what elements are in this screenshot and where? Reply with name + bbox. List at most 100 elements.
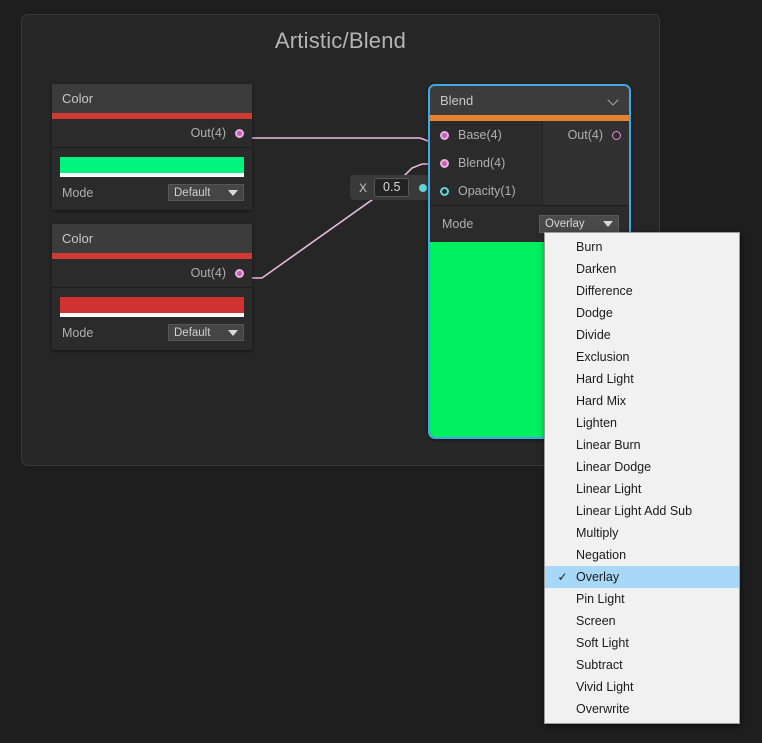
menu-item-label: Darken: [576, 262, 617, 276]
x-slider-label: X: [359, 180, 368, 195]
blend-mode-dropdown[interactable]: Overlay: [539, 215, 619, 233]
menu-item-label: Negation: [576, 548, 627, 562]
menu-item[interactable]: Soft Light: [545, 632, 739, 654]
opacity-port-dot[interactable]: [440, 186, 449, 196]
x-slider-out-port-dot[interactable]: [419, 183, 428, 192]
color-a-swatch[interactable]: [60, 157, 244, 177]
group-title: Artistic/Blend: [274, 28, 407, 53]
color-a-mode-dropdown[interactable]: Default: [168, 184, 244, 201]
menu-item[interactable]: Negation: [545, 544, 739, 566]
blend-title: Blend: [440, 93, 474, 108]
menu-item[interactable]: ✓ Overlay: [545, 566, 739, 588]
x-slider-value-field[interactable]: 0.5: [374, 178, 410, 197]
menu-item[interactable]: Hard Mix: [545, 390, 739, 412]
node-color-a[interactable]: Color Out(4) Mode Default: [52, 84, 252, 210]
blend-title-bar[interactable]: Blend: [430, 86, 629, 115]
color-b-out-port-dot[interactable]: [235, 268, 244, 278]
color-b-swatch-wrap[interactable]: [52, 288, 252, 317]
blend-mode-value: Overlay: [545, 218, 585, 230]
blend-output-row[interactable]: Out(4): [543, 121, 629, 149]
menu-item-label: Linear Light: [576, 482, 642, 496]
menu-item[interactable]: Difference: [545, 280, 739, 302]
menu-item-label: Overlay: [576, 570, 620, 584]
blend-out-label: Out(4): [567, 128, 603, 142]
menu-item-label: Pin Light: [576, 592, 625, 606]
menu-item-label: Overwrite: [576, 702, 630, 716]
color-a-out-label: Out(4): [190, 126, 226, 140]
color-b-mode-value: Default: [174, 326, 211, 339]
menu-item-label: Hard Light: [576, 372, 634, 386]
menu-item[interactable]: Burn: [545, 236, 739, 258]
blend-port-dot[interactable]: [440, 158, 449, 168]
blend-input-base[interactable]: Base(4): [430, 121, 542, 149]
color-a-out-port-dot[interactable]: [235, 128, 244, 138]
menu-item-label: Difference: [576, 284, 633, 298]
color-a-out-port-row[interactable]: Out(4): [52, 119, 252, 147]
color-a-mode-row: Mode Default: [52, 177, 252, 210]
menu-item[interactable]: Multiply: [545, 522, 739, 544]
color-a-mode-value: Default: [174, 186, 211, 199]
menu-item[interactable]: Dodge: [545, 302, 739, 324]
color-a-body: Out(4) Mode Default: [52, 119, 252, 210]
menu-item[interactable]: Overwrite: [545, 698, 739, 720]
color-b-mode-row: Mode Default: [52, 317, 252, 350]
blend-port-label: Blend(4): [458, 156, 506, 170]
menu-item-label: Dodge: [576, 306, 613, 320]
menu-item[interactable]: Pin Light: [545, 588, 739, 610]
node-x-slider[interactable]: X 0.5: [350, 175, 434, 200]
menu-item-label: Burn: [576, 240, 603, 254]
check-icon: ✓: [557, 570, 568, 584]
blend-output-column: Out(4): [543, 121, 629, 205]
caret-down-icon: [228, 189, 238, 196]
graph-canvas[interactable]: Artistic/Blend Color Out(4) Mode Default…: [0, 0, 762, 743]
menu-item[interactable]: Vivid Light: [545, 676, 739, 698]
menu-item-label: Exclusion: [576, 350, 630, 364]
menu-item-label: Screen: [576, 614, 616, 628]
menu-item-label: Multiply: [576, 526, 619, 540]
blend-input-column: Base(4) Blend(4) Opacity(1): [430, 121, 543, 205]
menu-item[interactable]: Lighten: [545, 412, 739, 434]
color-b-mode-label: Mode: [62, 325, 94, 340]
menu-item[interactable]: Subtract: [545, 654, 739, 676]
menu-item[interactable]: Exclusion: [545, 346, 739, 368]
menu-item-label: Lighten: [576, 416, 618, 430]
menu-item-label: Hard Mix: [576, 394, 627, 408]
menu-item[interactable]: Linear Dodge: [545, 456, 739, 478]
color-b-title: Color: [62, 231, 94, 246]
menu-item[interactable]: Darken: [545, 258, 739, 280]
menu-item[interactable]: Hard Light: [545, 368, 739, 390]
menu-item[interactable]: Divide: [545, 324, 739, 346]
base-port-label: Base(4): [458, 128, 502, 142]
menu-item[interactable]: Screen: [545, 610, 739, 632]
blend-out-port-dot[interactable]: [612, 130, 621, 140]
blend-mode-label: Mode: [442, 217, 474, 231]
caret-down-icon: [603, 221, 613, 227]
color-b-title-bar[interactable]: Color: [52, 224, 252, 253]
menu-item-label: Soft Light: [576, 636, 629, 650]
blend-input-opacity[interactable]: Opacity(1): [430, 177, 542, 205]
node-color-b[interactable]: Color Out(4) Mode Default: [52, 224, 252, 350]
opacity-port-label: Opacity(1): [458, 184, 516, 198]
caret-down-icon: [228, 329, 238, 336]
color-a-swatch-wrap[interactable]: [52, 148, 252, 177]
menu-item-label: Linear Dodge: [576, 460, 652, 474]
color-b-out-label: Out(4): [190, 266, 226, 280]
menu-item-label: Vivid Light: [576, 680, 634, 694]
color-a-title-bar[interactable]: Color: [52, 84, 252, 113]
menu-item-label: Linear Light Add Sub: [576, 504, 693, 518]
blend-mode-menu[interactable]: Burn Darken Difference Dodge Divide Exclusion…: [544, 232, 740, 724]
blend-input-blend[interactable]: Blend(4): [430, 149, 542, 177]
color-b-mode-dropdown[interactable]: Default: [168, 324, 244, 341]
menu-item-label: Divide: [576, 328, 611, 342]
blend-ports-section: Base(4) Blend(4) Opacity(1) Out(4): [430, 121, 629, 205]
color-b-out-port-row[interactable]: Out(4): [52, 259, 252, 287]
menu-item[interactable]: Linear Light Add Sub: [545, 500, 739, 522]
base-port-dot[interactable]: [440, 130, 449, 140]
menu-item-label: Subtract: [576, 658, 623, 672]
menu-item[interactable]: Linear Light: [545, 478, 739, 500]
menu-item[interactable]: Linear Burn: [545, 434, 739, 456]
color-a-mode-label: Mode: [62, 185, 94, 200]
menu-item-label: Linear Burn: [576, 438, 641, 452]
chevron-down-icon[interactable]: [608, 95, 619, 106]
color-b-swatch[interactable]: [60, 297, 244, 317]
